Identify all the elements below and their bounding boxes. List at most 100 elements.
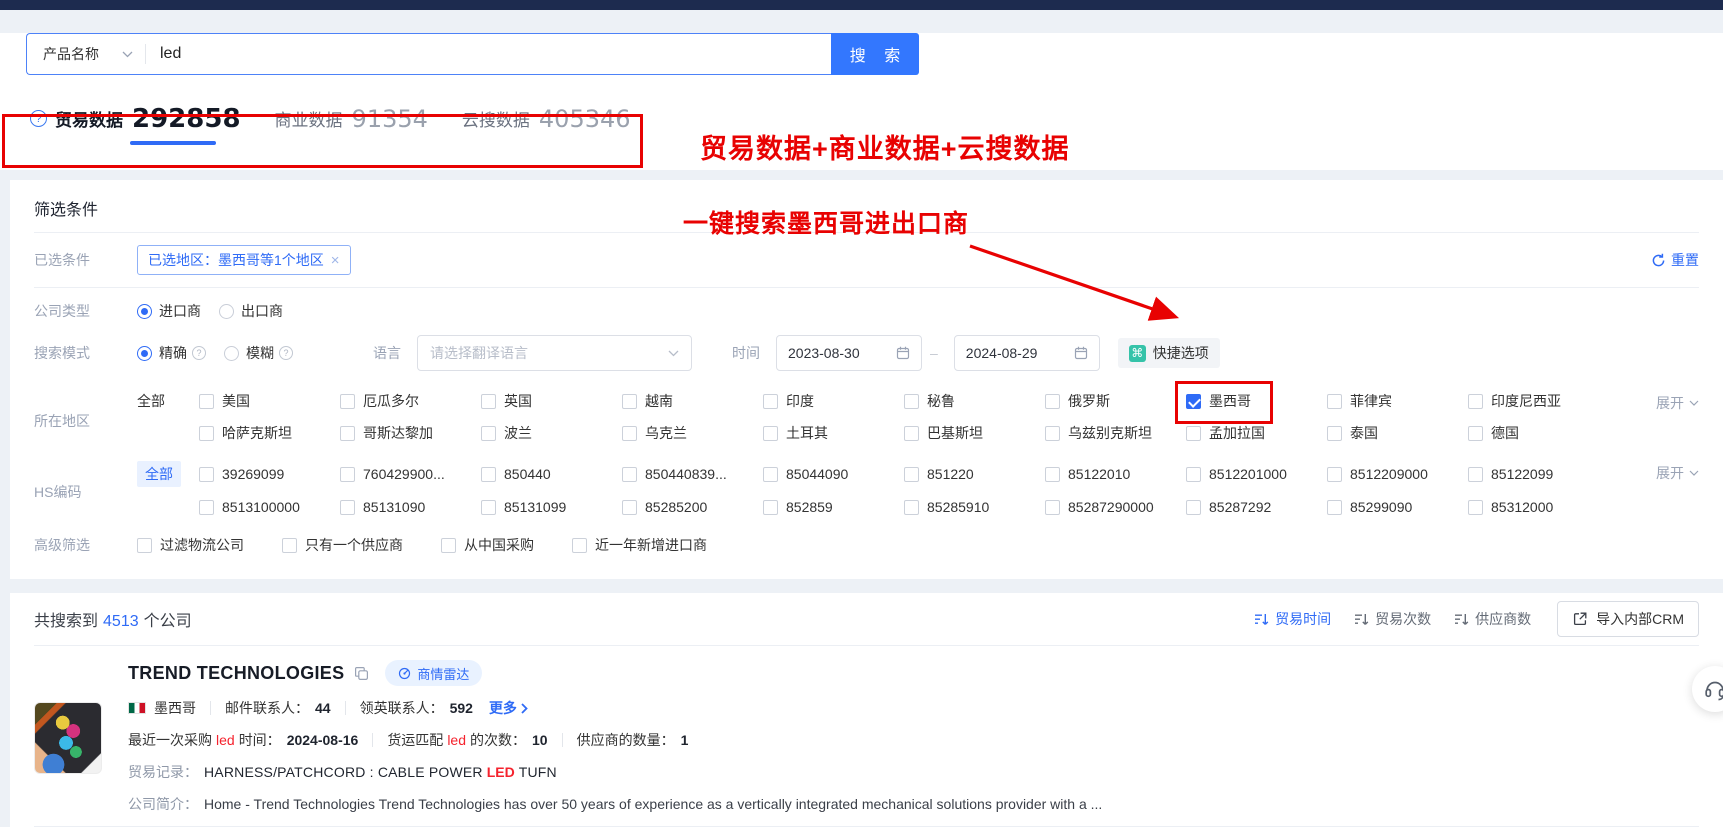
region-checkbox[interactable]: 厄瓜多尔 — [340, 391, 481, 411]
region-checkbox[interactable]: 越南 — [622, 391, 763, 411]
hs-code-checkbox[interactable]: 851220 — [904, 466, 1045, 482]
region-checkbox[interactable]: 秘鲁 — [904, 391, 1045, 411]
region-checkbox[interactable]: 土耳其 — [763, 423, 904, 443]
hs-code-checkbox[interactable]: 85131099 — [481, 499, 622, 515]
date-start-input[interactable]: 2023-08-30 — [776, 335, 922, 371]
question-circle-icon[interactable]: ? — [30, 110, 47, 127]
hs-all-option[interactable]: 全部 — [137, 461, 181, 487]
hs-expand-link[interactable]: 展开 — [1656, 463, 1699, 483]
region-checkbox[interactable]: 巴基斯坦 — [904, 423, 1045, 443]
sort-option[interactable]: 贸易次数 — [1354, 609, 1431, 629]
region-checkbox[interactable]: 哥斯达黎加 — [340, 423, 481, 443]
search-button[interactable]: 搜 索 — [831, 33, 919, 75]
selected-region-tag-text: 已选地区：墨西哥等1个地区 — [148, 250, 324, 270]
quick-options-button[interactable]: ⌘ 快捷选项 — [1118, 338, 1220, 368]
company-type-radio[interactable]: 进口商 — [137, 301, 201, 321]
hs-code-checkbox[interactable]: 8513100000 — [199, 499, 340, 515]
trade-data-search-page: { "search": { "category": "产品名称", "query… — [0, 0, 1723, 810]
hs-code-checkbox[interactable]: 85285200 — [622, 499, 763, 515]
advanced-filter-checkbox[interactable]: 过滤物流公司 — [137, 535, 244, 555]
info-circle-icon[interactable]: ? — [279, 346, 293, 360]
company-thumbnail[interactable] — [34, 702, 102, 774]
hs-code-checkbox[interactable]: 85285910 — [904, 499, 1045, 515]
search-category-select[interactable]: 产品名称 — [27, 44, 145, 64]
checkbox-label: 8513100000 — [222, 499, 300, 515]
company-name[interactable]: TREND TECHNOLOGIES — [128, 663, 344, 684]
data-source-tab[interactable]: 云搜数据 405346 — [462, 90, 631, 147]
region-checkbox[interactable]: 菲律宾 — [1327, 391, 1468, 411]
search-mode-radio[interactable]: 模糊 ? — [224, 343, 293, 363]
checkbox-label: 85122010 — [1068, 466, 1130, 482]
region-checkbox[interactable]: 德国 — [1468, 423, 1609, 443]
advanced-filter-checkbox[interactable]: 从中国采购 — [441, 535, 534, 555]
region-checkbox[interactable]: 孟加拉国 — [1186, 423, 1327, 443]
region-line-1: 全部 展开 美国 厄瓜多尔 英国 — [137, 385, 1699, 417]
checkbox-icon — [904, 467, 919, 482]
hs-code-checkbox[interactable]: 39269099 — [199, 466, 340, 482]
search-category-label: 产品名称 — [43, 44, 99, 64]
hs-code-checkbox[interactable]: 850440 — [481, 466, 622, 482]
results-header: 共搜索到4513个公司 贸易时间 贸易次数 供应商数 导入内部CRM — [34, 593, 1699, 645]
hs-code-checkbox[interactable]: 8512201000 — [1186, 466, 1327, 482]
hs-code-checkbox[interactable]: 852859 — [763, 499, 904, 515]
import-crm-button[interactable]: 导入内部CRM — [1557, 601, 1699, 637]
region-checkbox[interactable]: 美国 — [199, 391, 340, 411]
region-checkbox[interactable]: 泰国 — [1327, 423, 1468, 443]
checkbox-label: 印度 — [786, 391, 814, 411]
company-card[interactable]: TREND TECHNOLOGIES 商情雷达 墨西哥 邮件联系人： 44 领英… — [34, 646, 1699, 827]
hs-code-checkbox[interactable]: 85122010 — [1045, 466, 1186, 482]
checkbox-icon — [1186, 500, 1201, 515]
region-checkbox[interactable]: 墨西哥 — [1186, 391, 1327, 411]
advanced-filter-checkbox[interactable]: 近一年新增进口商 — [572, 535, 707, 555]
info-circle-icon[interactable]: ? — [192, 346, 206, 360]
search-mode-radio[interactable]: 精确 ? — [137, 343, 206, 363]
hs-code-checkbox[interactable]: 8512209000 — [1327, 466, 1468, 482]
sort-option[interactable]: 贸易时间 — [1254, 609, 1331, 629]
hs-code-checkbox[interactable]: 85287290000 — [1045, 499, 1186, 515]
language-select[interactable]: 请选择翻译语言 — [417, 335, 692, 371]
hs-code-checkbox[interactable]: 85131090 — [340, 499, 481, 515]
hs-code-checkbox[interactable]: 85312000 — [1468, 499, 1609, 515]
reset-button[interactable]: 重置 — [1651, 250, 1699, 270]
region-checkbox[interactable]: 俄罗斯 — [1045, 391, 1186, 411]
more-link[interactable]: 更多 — [489, 698, 528, 718]
region-checkbox[interactable]: 英国 — [481, 391, 622, 411]
import-icon — [1572, 611, 1588, 627]
region-checkbox[interactable]: 乌兹别克斯坦 — [1045, 423, 1186, 443]
search-input[interactable] — [146, 45, 831, 63]
hs-code-checkbox[interactable]: 85299090 — [1327, 499, 1468, 515]
region-checkbox[interactable]: 乌克兰 — [622, 423, 763, 443]
business-radar-badge[interactable]: 商情雷达 — [385, 660, 482, 686]
region-checkbox[interactable]: 印度 — [763, 391, 904, 411]
checkbox-icon — [481, 467, 496, 482]
region-expand-link[interactable]: 展开 — [1656, 393, 1699, 413]
hs-code-checkbox[interactable]: 85044090 — [763, 466, 904, 482]
region-checkbox[interactable]: 波兰 — [481, 423, 622, 443]
region-checkbox[interactable]: 印度尼西亚 — [1468, 391, 1609, 411]
checkbox-icon — [622, 500, 637, 515]
advanced-filter-checkbox[interactable]: 只有一个供应商 — [282, 535, 403, 555]
hs-code-checkbox[interactable]: 85287292 — [1186, 499, 1327, 515]
hs-code-checkbox[interactable]: 850440839... — [622, 466, 763, 482]
hs-code-checkbox[interactable]: 760429900... — [340, 466, 481, 482]
region-checkbox[interactable]: 哈萨克斯坦 — [199, 423, 340, 443]
checkbox-icon — [340, 500, 355, 515]
region-all-option[interactable]: 全部 — [137, 391, 199, 411]
company-type-radio[interactable]: 出口商 — [219, 301, 283, 321]
hs-code-checkbox[interactable]: 85122099 — [1468, 466, 1609, 482]
tag-close-icon[interactable]: × — [331, 252, 340, 269]
results-panel: 共搜索到4513个公司 贸易时间 贸易次数 供应商数 导入内部CRM — [10, 593, 1723, 827]
calendar-icon — [896, 346, 910, 360]
sort-option[interactable]: 供应商数 — [1454, 609, 1531, 629]
radio-icon — [224, 346, 239, 361]
checkbox-icon — [1186, 394, 1201, 409]
data-source-tab[interactable]: ? 贸易数据 292858 — [30, 90, 241, 147]
selected-region-tag[interactable]: 已选地区：墨西哥等1个地区 × — [137, 245, 351, 275]
date-end-input[interactable]: 2024-08-29 — [954, 335, 1100, 371]
checkbox-icon — [763, 500, 778, 515]
results-summary: 共搜索到4513个公司 — [34, 607, 192, 631]
data-source-tab[interactable]: 商业数据 91354 — [275, 90, 428, 147]
checkbox-icon — [1045, 467, 1060, 482]
copy-icon[interactable] — [354, 666, 369, 681]
checkbox-icon — [199, 394, 214, 409]
